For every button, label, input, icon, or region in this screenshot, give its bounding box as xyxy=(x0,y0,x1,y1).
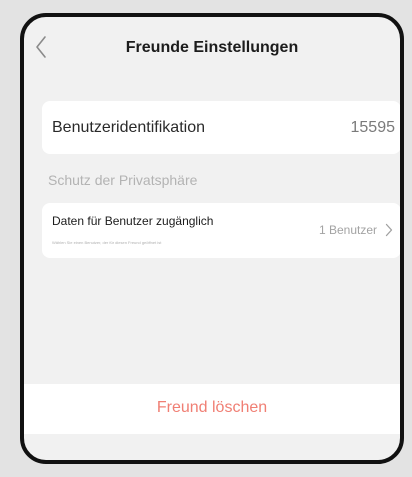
privacy-section-title: Schutz der Privatsphäre xyxy=(48,172,198,188)
page-title: Freunde Einstellungen xyxy=(125,39,299,56)
data-access-label: Daten für Benutzer zugänglich xyxy=(52,214,214,228)
user-id-value: 15595 xyxy=(350,119,396,136)
nav-header: Freunde Einstellungen xyxy=(24,17,400,79)
data-access-hint: Wählen Sie einen Benutzer, der für diese… xyxy=(52,240,162,245)
chevron-right-icon xyxy=(385,223,393,237)
delete-friend-label: Freund löschen xyxy=(156,399,268,416)
user-id-card: Benutzeridentifikation 15595 xyxy=(42,101,400,154)
delete-friend-button[interactable]: Freund löschen xyxy=(24,384,400,434)
data-access-row[interactable]: Daten für Benutzer zugänglich Wählen Sie… xyxy=(42,203,400,258)
phone-frame: Freunde Einstellungen Benutzeridentifika… xyxy=(20,13,404,464)
user-id-label: Benutzeridentifikation xyxy=(52,119,205,136)
data-access-value: 1 Benutzer xyxy=(318,223,377,237)
